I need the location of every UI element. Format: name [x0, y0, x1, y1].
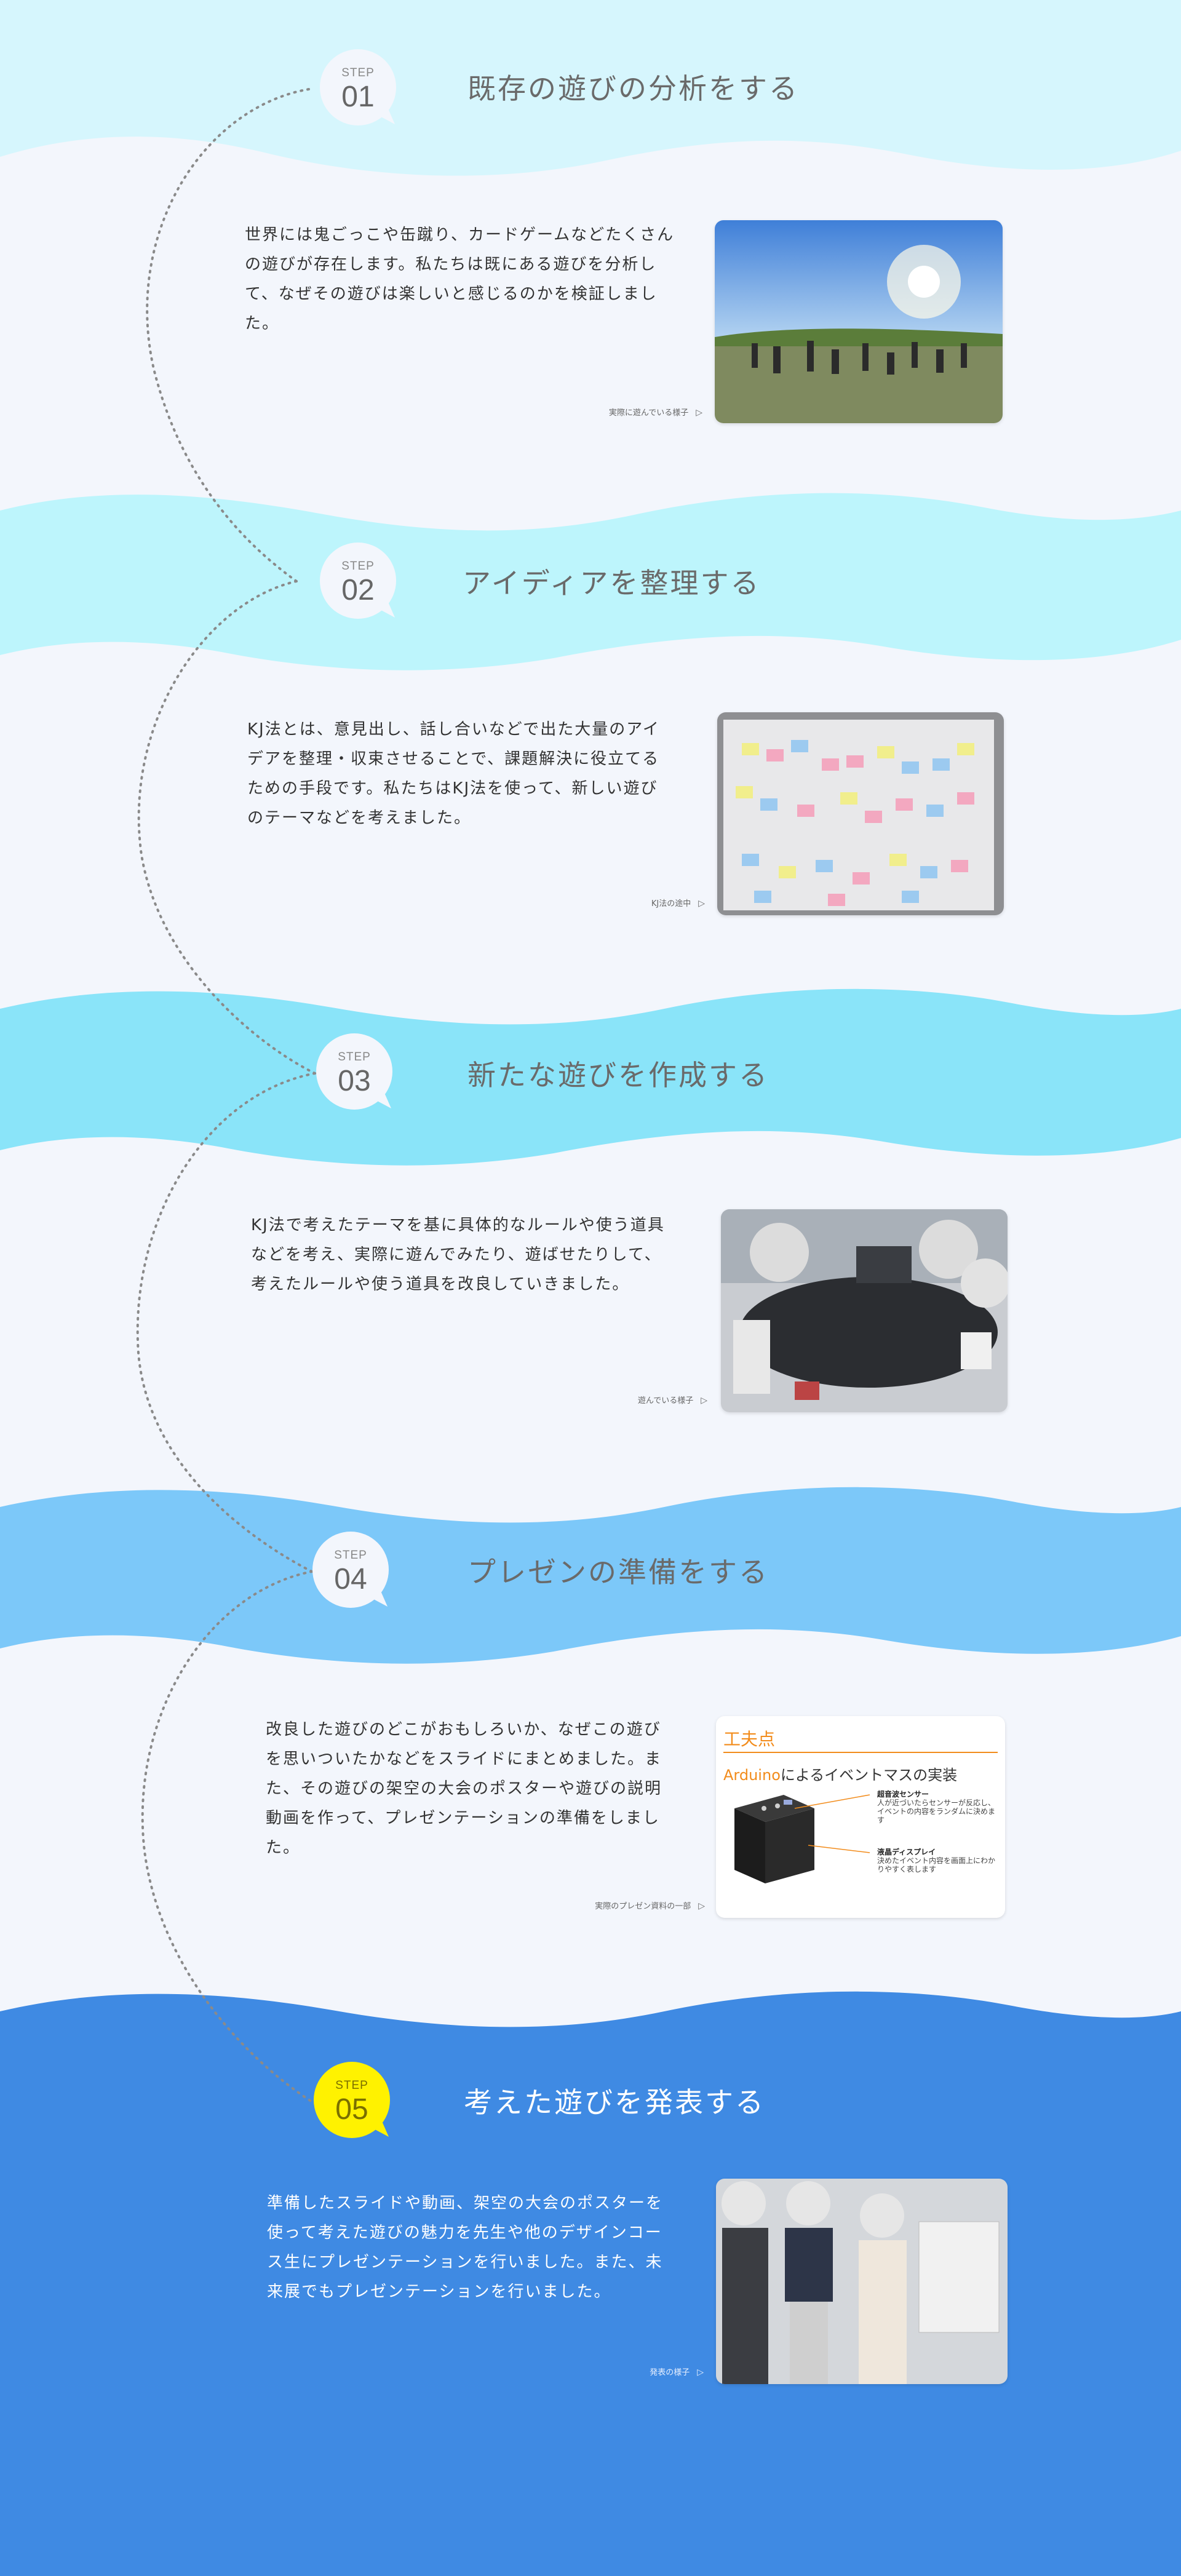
play-triangle-icon: ▷ [697, 2367, 704, 2377]
step-title-05: 考えた遊びを発表する [464, 2086, 765, 2119]
step-badge-05: STEP 05 [314, 2062, 392, 2141]
step-number: 04 [334, 1563, 367, 1596]
step-description-03: KJ法で考えたテーマを基に具体的なルールや使う道具などを考え、実際に遊んでみたり… [251, 1216, 665, 1294]
photo-caption-05: 発表の様子 ▷ [650, 2367, 704, 2377]
step-label: STEP [341, 66, 375, 79]
step-number: 02 [341, 574, 375, 606]
play-triangle-icon: ▷ [698, 1901, 705, 1911]
step-label: STEP [334, 1549, 367, 1562]
step-label: STEP [341, 560, 375, 573]
step-title-03: 新たな遊びを作成する [467, 1059, 769, 1092]
photo-caption-02: KJ法の途中 ▷ [651, 899, 705, 908]
presenters-photo [716, 2179, 1008, 2384]
photo-caption-03: 遊んでいる様子 ▷ [637, 1396, 707, 1405]
step-description-01: 世界には鬼ごっこや缶蹴り、カードゲームなどたくさんの遊びが存在します。私たちは既… [245, 226, 675, 333]
step-description-04: 改良した遊びのどこがおもしろいか、なぜこの遊びを思いついたかなどをスライドにまと… [266, 1720, 662, 1857]
step-description-02: KJ法とは、意見出し、話し合いなどで出た大量のアイデアを整理・収束させることで、… [247, 720, 660, 827]
step-badge-04: STEP 04 [312, 1532, 391, 1610]
step-badge-03: STEP 03 [316, 1033, 395, 1112]
step-label: STEP [338, 1051, 371, 1063]
step-number: 05 [335, 2093, 368, 2126]
step-badge-02: STEP 02 [320, 543, 399, 621]
step-badge-01: STEP 01 [320, 49, 399, 128]
photo-caption-04: 実際のプレゼン資料の一部 ▷ [595, 1901, 705, 1911]
step-title-01: 既存の遊びの分析をする [467, 72, 799, 105]
table-play-photo [721, 1209, 1008, 1412]
step-label: STEP [335, 2079, 368, 2092]
step-title-02: アイディアを整理する [463, 566, 761, 600]
sticky-notes-photo [717, 712, 1004, 915]
presentation-slide: 工夫点 Arduinoによるイベントマスの実装 超音波センサー 人が近づいたらセン… [716, 1716, 1005, 1918]
outdoor-play-photo [715, 220, 1003, 423]
play-triangle-icon: ▷ [701, 1396, 707, 1405]
photo-caption-01: 実際に遊んでいる様子 ▷ [608, 408, 702, 418]
step-description-05: 準備したスライドや動画、架空の大会のポスターを使って考えた遊びの魅力を先生や他の… [267, 2194, 664, 2301]
step-number: 01 [341, 81, 375, 113]
play-triangle-icon: ▷ [698, 899, 705, 908]
step-number: 03 [338, 1065, 371, 1097]
play-triangle-icon: ▷ [696, 408, 702, 418]
slide-note-display: 液晶ディスプレイ 決めたイベント内容を画面上にわかりやすく表します [877, 1848, 996, 1874]
slide-note-sensor: 超音波センサー 人が近づいたらセンサーが反応し、イベントの内容をランダムに決めます [877, 1790, 996, 1824]
step-title-04: プレゼンの準備をする [467, 1556, 769, 1589]
